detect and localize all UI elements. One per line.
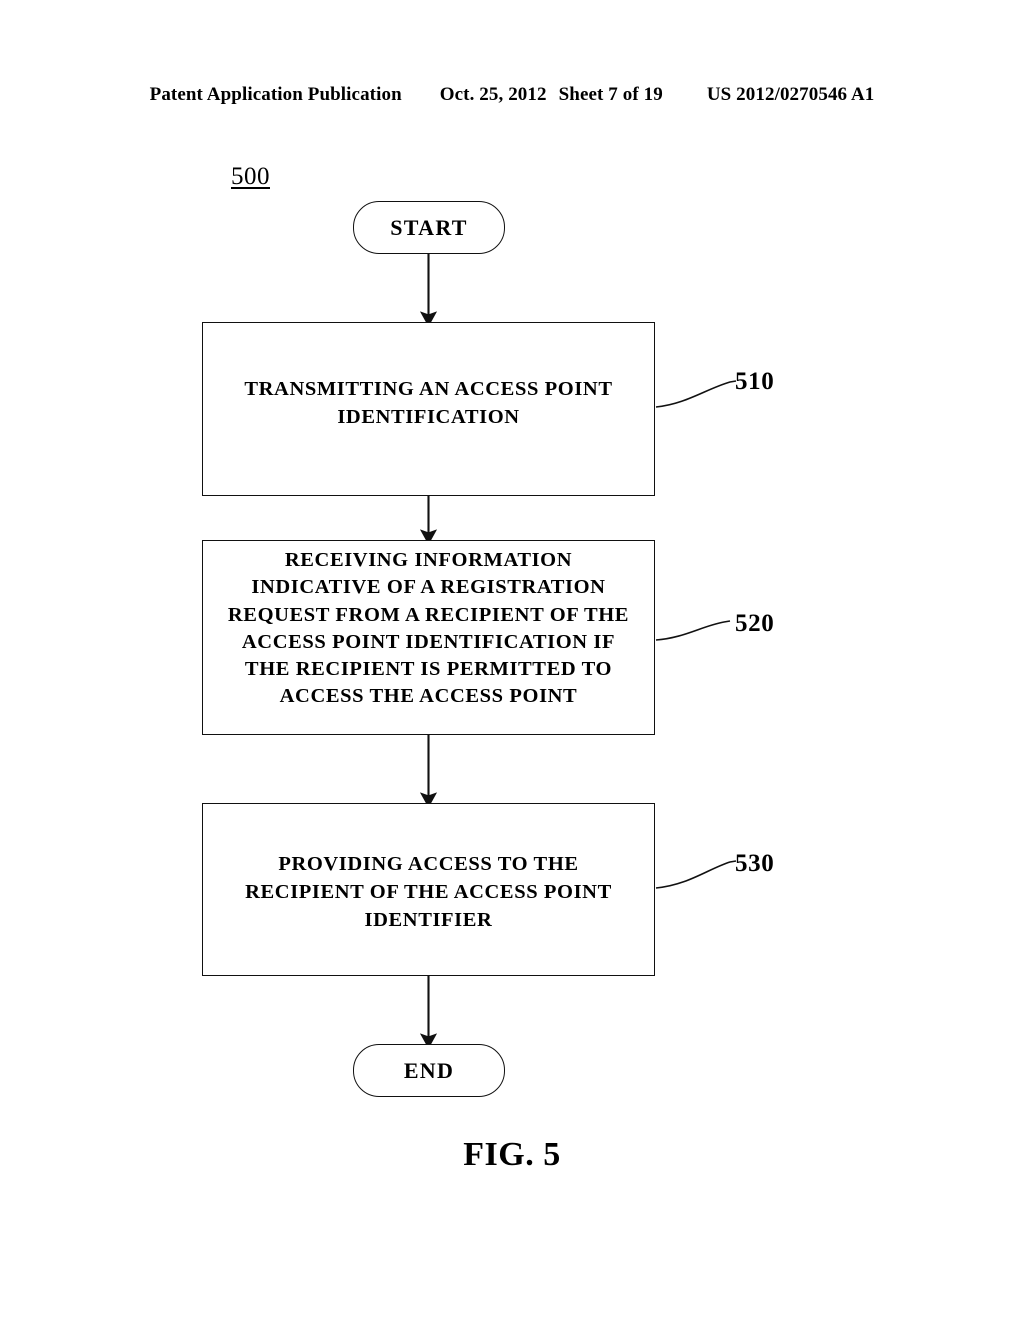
node-510-label: TRANSMITTING AN ACCESS POINT IDENTIFICAT… [244, 378, 613, 429]
node-530-label: PROVIDING ACCESS TO THE RECIPIENT OF THE… [245, 853, 612, 932]
node-end-label: END [403, 1057, 455, 1083]
diagram-reference-numeral: 500 [231, 163, 270, 190]
flowchart-node-510: TRANSMITTING AN ACCESS POINT IDENTIFICAT… [202, 322, 655, 496]
flowchart-node-end: END [353, 1044, 505, 1097]
reference-numeral-530: 530 [735, 850, 775, 877]
flowchart-node-start: START [353, 201, 505, 254]
flowchart-node-520: RECEIVING INFORMATION INDICATIVE OF A RE… [202, 540, 655, 735]
node-520-label: RECEIVING INFORMATION INDICATIVE OF A RE… [227, 549, 630, 708]
flowchart-figure: 500 START TRANSMITTING AN ACCESS POINT I… [0, 0, 1024, 1320]
reference-numeral-520: 520 [735, 610, 775, 637]
node-start-label: START [390, 214, 468, 240]
figure-caption: FIG. 5 [463, 1136, 561, 1173]
flowchart-node-530: PROVIDING ACCESS TO THE RECIPIENT OF THE… [202, 803, 655, 976]
reference-numeral-510: 510 [735, 368, 775, 395]
